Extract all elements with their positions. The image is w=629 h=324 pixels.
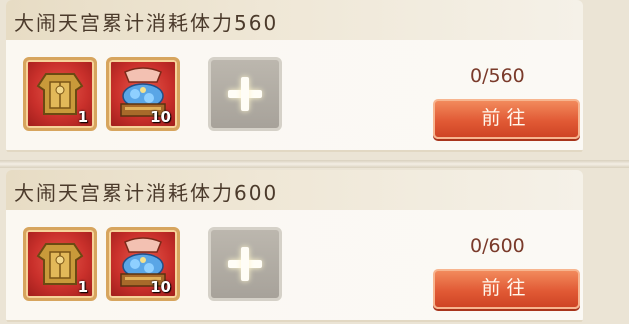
go-button[interactable]: 前往 bbox=[433, 269, 580, 309]
add-reward-button[interactable] bbox=[208, 57, 282, 131]
task-title: 大闹天宫累计消耗体力600 bbox=[14, 181, 279, 205]
task-card: 大闹天宫累计消耗体力560 1 10 0/560 前往 bbox=[6, 0, 583, 154]
reward-count: 10 bbox=[150, 278, 171, 296]
reward-slot-box[interactable]: 10 bbox=[106, 227, 180, 301]
add-reward-button[interactable] bbox=[208, 227, 282, 301]
task-header: 大闹天宫累计消耗体力600 bbox=[6, 170, 583, 210]
progress-text: 0/560 bbox=[470, 65, 525, 87]
progress-text: 0/600 bbox=[470, 235, 525, 257]
task-header: 大闹天宫累计消耗体力560 bbox=[6, 0, 583, 40]
reward-slot-box[interactable]: 10 bbox=[106, 57, 180, 131]
divider bbox=[0, 160, 629, 168]
task-body: 1 10 0/560 前往 bbox=[6, 40, 583, 152]
reward-slot-armor[interactable]: 1 bbox=[23, 57, 97, 131]
reward-count: 10 bbox=[150, 108, 171, 126]
reward-count: 1 bbox=[77, 278, 88, 296]
task-card: 大闹天宫累计消耗体力600 1 10 0/600 前往 bbox=[6, 170, 583, 324]
task-list: 大闹天宫累计消耗体力560 1 10 0/560 前往 大闹天宫累计消耗体力60… bbox=[0, 0, 629, 324]
reward-count: 1 bbox=[77, 108, 88, 126]
go-button[interactable]: 前往 bbox=[433, 99, 580, 139]
task-body: 1 10 0/600 前往 bbox=[6, 210, 583, 322]
reward-slot-armor[interactable]: 1 bbox=[23, 227, 97, 301]
task-title: 大闹天宫累计消耗体力560 bbox=[14, 11, 279, 35]
